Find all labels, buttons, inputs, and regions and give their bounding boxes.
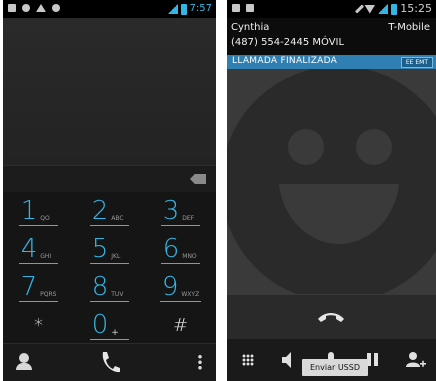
call-state-text: LLAMADA FINALIZADA <box>232 56 338 66</box>
key-5[interactable]: 5 JKL <box>74 230 145 268</box>
key-letters: MNO <box>182 253 197 260</box>
caller-name: Cynthia <box>231 22 270 33</box>
battery-icon <box>180 3 187 15</box>
battery-icon <box>391 3 398 15</box>
end-call-icon[interactable] <box>317 311 345 323</box>
add-call-button[interactable] <box>404 349 427 371</box>
contact-photo <box>227 69 436 294</box>
keypad: 1 QO 2 ABC 3 DEF 4 GHI 5 JKL 6 MNO 7 PQRS 8 TUV … <box>3 192 216 344</box>
key-4[interactable]: 4 GHI <box>3 230 74 268</box>
key-letters: TUV <box>111 291 124 298</box>
key-1[interactable]: 1 QO <box>3 192 74 230</box>
caller-number: (487) 554-2445 MÓVIL <box>231 37 345 48</box>
key-digit: 8 <box>91 272 109 302</box>
key-2[interactable]: 2 ABC <box>74 192 145 230</box>
key-letters: DEF <box>182 215 195 222</box>
call-state-bar: LLAMADA FINALIZADA EE EMT <box>227 55 436 69</box>
mute-icon <box>355 4 365 14</box>
signal-icon <box>167 4 178 14</box>
notification-icon <box>232 4 240 12</box>
backspace-icon[interactable] <box>190 174 206 184</box>
dialpad-icon <box>241 354 254 366</box>
key-letters: WXYZ <box>181 291 200 298</box>
key-9[interactable]: 9 WXYZ <box>145 268 216 306</box>
notification-icon <box>8 4 16 12</box>
dialer-action-bar <box>3 343 216 381</box>
overflow-menu-icon[interactable] <box>198 354 202 370</box>
warning-icon <box>36 4 46 12</box>
key-letters: GHI <box>40 253 52 260</box>
call-state-badge: EE EMT <box>400 57 433 68</box>
image-icon <box>246 4 254 12</box>
key-digit: * <box>34 315 43 336</box>
digits-display[interactable] <box>3 18 216 165</box>
key-letters: QO <box>40 215 50 222</box>
status-time: 15:25 <box>400 2 432 15</box>
carrier-name: T-Mobile <box>388 22 430 33</box>
key-digit: 4 <box>20 234 38 264</box>
contacts-button[interactable] <box>15 353 33 371</box>
key-hash[interactable]: # <box>145 306 216 344</box>
key-8[interactable]: 8 TUV <box>74 268 145 306</box>
key-digit: 2 <box>91 196 109 226</box>
key-star[interactable]: * <box>3 306 74 344</box>
signal-icon <box>378 4 389 14</box>
caller-info: Cynthia (487) 554-2445 MÓVIL T-Mobile <box>227 18 436 55</box>
key-digit: 0 <box>91 310 109 340</box>
key-digit: 7 <box>20 272 38 302</box>
key-letters: JKL <box>111 253 121 260</box>
key-digit: 5 <box>91 234 109 264</box>
default-avatar-icon <box>227 69 436 294</box>
key-digit: 9 <box>161 272 179 302</box>
status-bar: 15:25 <box>227 0 436 18</box>
add-person-icon <box>406 352 427 367</box>
wifi-icon <box>364 4 376 14</box>
key-digit: 6 <box>162 234 180 264</box>
in-call-screen: 15:25 Cynthia (487) 554-2445 MÓVIL T-Mob… <box>227 0 436 381</box>
key-7[interactable]: 7 PQRS <box>3 268 74 306</box>
speaker-button[interactable] <box>279 349 301 371</box>
usb-icon <box>22 4 30 12</box>
status-time: 7:57 <box>189 3 212 14</box>
key-letters: + <box>111 328 119 338</box>
call-button[interactable] <box>99 350 121 374</box>
person-icon <box>19 353 29 363</box>
speaker-icon <box>281 352 291 368</box>
key-0[interactable]: 0 + <box>74 306 145 344</box>
key-digit: 1 <box>20 196 38 226</box>
android-icon <box>52 4 60 12</box>
key-letters: PQRS <box>40 291 57 298</box>
end-call-row <box>227 294 436 340</box>
phone-icon <box>102 352 120 373</box>
dialpad-button[interactable] <box>237 349 259 371</box>
dialer-screen: 7:57 1 QO 2 ABC 3 DEF 4 GHI 5 JKL 6 MNO 7 PQRS … <box>3 0 216 381</box>
ussd-tooltip[interactable]: Enviar USSD <box>302 359 368 376</box>
key-6[interactable]: 6 MNO <box>145 230 216 268</box>
key-digit: 3 <box>162 196 180 226</box>
key-letters: ABC <box>111 215 124 222</box>
status-bar: 7:57 <box>3 0 216 18</box>
delete-row <box>3 165 216 192</box>
key-3[interactable]: 3 DEF <box>145 192 216 230</box>
key-digit: # <box>172 315 189 336</box>
